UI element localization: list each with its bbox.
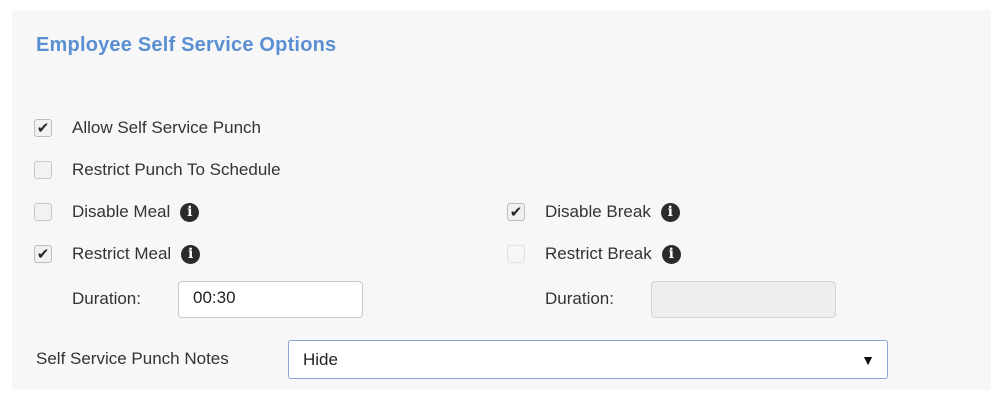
- info-icon[interactable]: i: [181, 244, 201, 264]
- check-icon: ✔: [509, 202, 523, 221]
- punch-notes-label: Self Service Punch Notes: [36, 349, 229, 368]
- punch-notes-select[interactable]: Hide ▼: [288, 340, 888, 379]
- settings-panel: [12, 10, 991, 390]
- punch-notes-selected-value: Hide: [303, 349, 338, 369]
- check-icon: ✔: [36, 118, 50, 137]
- restrict-meal-option[interactable]: ✔ Restrict Meal i: [34, 244, 201, 264]
- dropdown-arrow-icon[interactable]: ▼: [861, 352, 875, 368]
- restrict-punch-to-schedule-label: Restrict Punch To Schedule: [72, 160, 281, 179]
- restrict-meal-label: Restrict Meal: [72, 244, 172, 263]
- check-icon: ✔: [36, 244, 50, 263]
- disable-meal-label: Disable Meal: [72, 202, 171, 221]
- restrict-meal-checkbox[interactable]: ✔: [34, 245, 52, 263]
- allow-self-service-punch-label: Allow Self Service Punch: [72, 118, 261, 137]
- restrict-punch-to-schedule-option[interactable]: Restrict Punch To Schedule: [34, 160, 281, 180]
- restrict-punch-to-schedule-checkbox[interactable]: [34, 161, 52, 179]
- restrict-break-label: Restrict Break: [545, 244, 652, 263]
- allow-self-service-punch-option[interactable]: ✔ Allow Self Service Punch: [34, 118, 261, 138]
- meal-duration-input[interactable]: 00:30: [178, 281, 363, 318]
- disable-break-label: Disable Break: [545, 202, 651, 221]
- disable-meal-option[interactable]: Disable Meal i: [34, 202, 200, 222]
- info-icon[interactable]: i: [180, 202, 200, 222]
- meal-duration-label: Duration:: [72, 289, 141, 308]
- break-duration-input[interactable]: [651, 281, 836, 318]
- restrict-break-checkbox[interactable]: [507, 245, 525, 263]
- disable-break-option[interactable]: ✔ Disable Break i: [507, 202, 680, 222]
- restrict-break-option[interactable]: Restrict Break i: [507, 244, 681, 264]
- info-icon[interactable]: i: [661, 244, 681, 264]
- section-title: Employee Self Service Options: [36, 34, 337, 56]
- disable-meal-checkbox[interactable]: [34, 203, 52, 221]
- allow-self-service-punch-checkbox[interactable]: ✔: [34, 119, 52, 137]
- info-icon[interactable]: i: [660, 202, 680, 222]
- break-duration-label: Duration:: [545, 289, 614, 308]
- disable-break-checkbox[interactable]: ✔: [507, 203, 525, 221]
